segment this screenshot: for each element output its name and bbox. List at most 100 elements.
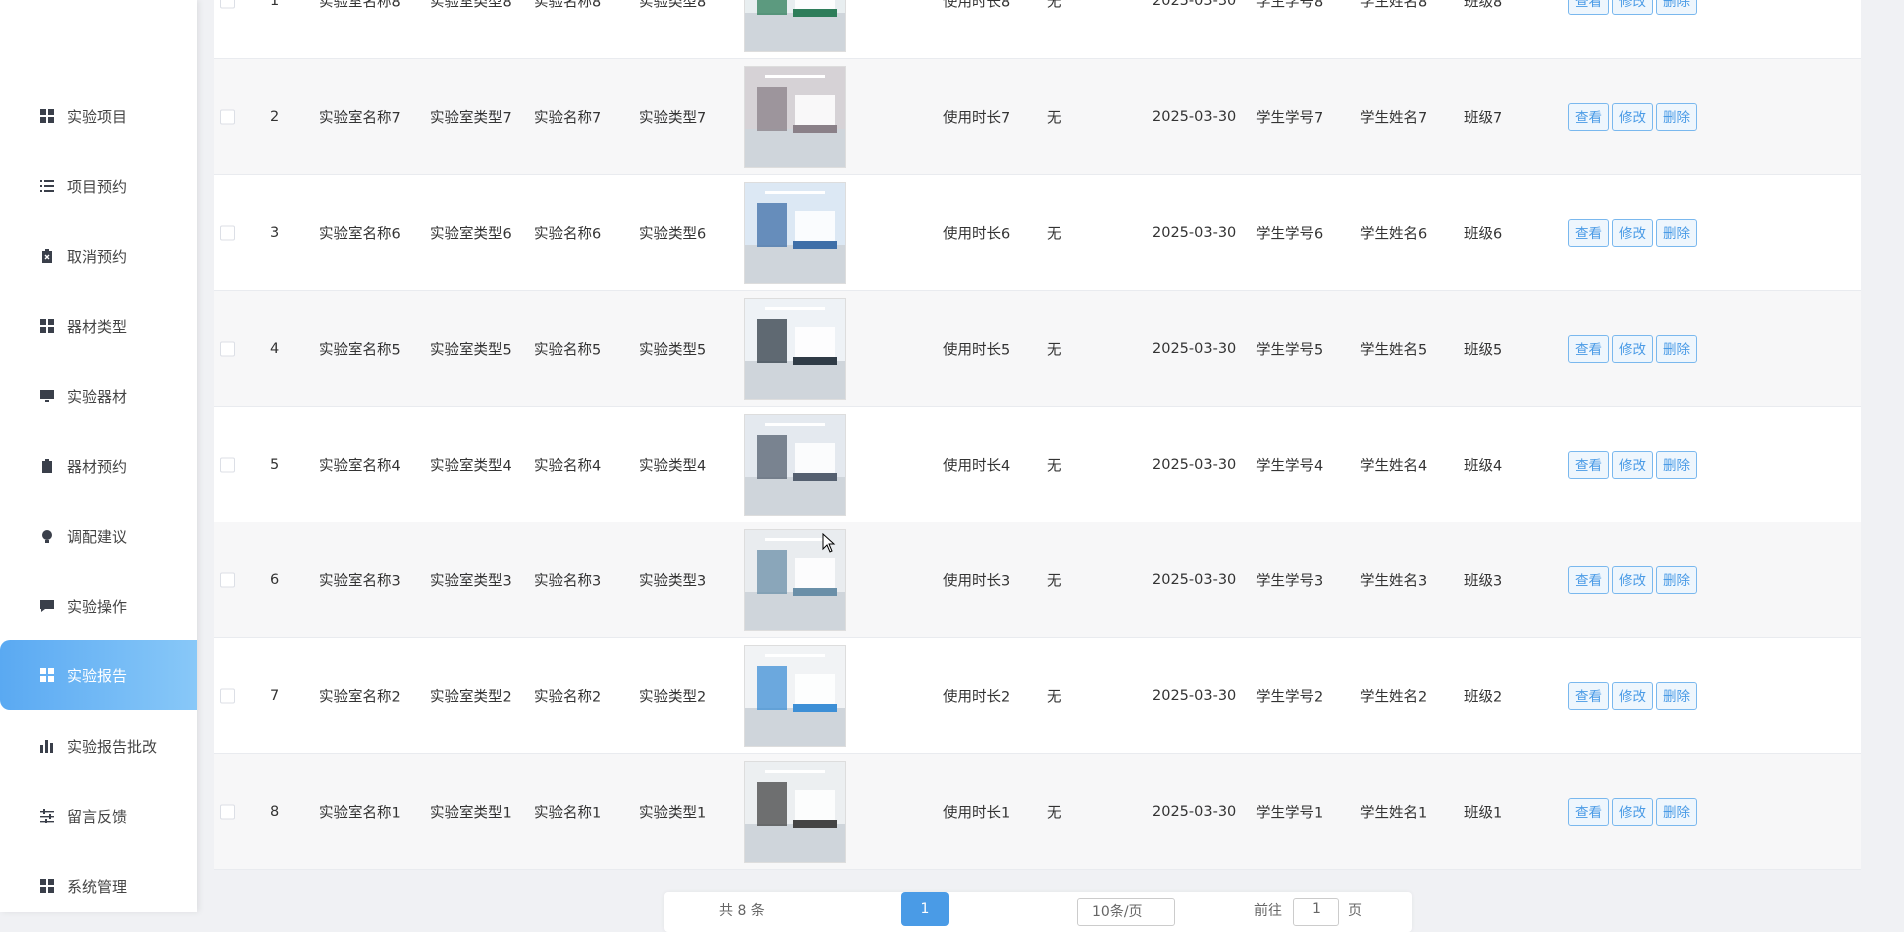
cell-remark: 无 [1047, 226, 1062, 242]
cell-date: 2025-03-30 [1152, 224, 1237, 241]
edit-button[interactable]: 修改 [1612, 334, 1653, 363]
cell-exp-type: 实验类型6 [639, 226, 707, 242]
goto-suffix: 页 [1348, 903, 1362, 919]
sidebar-item-12[interactable]: 系统管理 [0, 851, 197, 921]
monitor-icon [40, 389, 54, 403]
view-button[interactable]: 查看 [1568, 797, 1609, 826]
table-row: 7 实验室名称2 实验室类型2 实验名称2 实验类型2 使用时长2 无 2025-03-30 学… [214, 638, 1861, 754]
row-checkbox[interactable] [220, 109, 235, 124]
cell-index: 4 [270, 340, 280, 357]
view-button[interactable]: 查看 [1568, 565, 1609, 594]
cell-date: 2025-03-30 [1152, 456, 1237, 473]
cell-duration: 使用时长5 [943, 342, 1011, 358]
cell-class: 班级1 [1464, 805, 1503, 821]
view-button[interactable]: 查看 [1568, 450, 1609, 479]
total-count: 共 8 条 [719, 903, 765, 919]
cell-duration: 使用时长6 [943, 226, 1011, 242]
view-button[interactable]: 查看 [1568, 0, 1609, 15]
cell-class: 班级6 [1464, 226, 1503, 242]
view-button[interactable]: 查看 [1568, 218, 1609, 247]
cell-duration: 使用时长1 [943, 805, 1011, 821]
delete-button[interactable]: 删除 [1656, 450, 1697, 479]
view-button[interactable]: 查看 [1568, 334, 1609, 363]
edit-button[interactable]: 修改 [1612, 218, 1653, 247]
sidebar-item-6[interactable]: 器材预约 [0, 431, 197, 501]
sidebar-item-2[interactable]: 项目预约 [0, 151, 197, 221]
cell-index: 1 [270, 0, 280, 9]
edit-button[interactable]: 修改 [1612, 565, 1653, 594]
row-checkbox[interactable] [220, 804, 235, 819]
sidebar-item-5[interactable]: 实验器材 [0, 361, 197, 431]
view-button[interactable]: 查看 [1568, 102, 1609, 131]
edit-button[interactable]: 修改 [1612, 0, 1653, 15]
row-checkbox[interactable] [220, 225, 235, 240]
bulb-icon [40, 529, 54, 543]
edit-button[interactable]: 修改 [1612, 450, 1653, 479]
delete-button[interactable]: 删除 [1656, 334, 1697, 363]
cell-remark: 无 [1047, 110, 1062, 126]
lab-photo [744, 65, 846, 168]
cell-class: 班级2 [1464, 689, 1503, 705]
lab-photo [744, 0, 846, 52]
sidebar-item-4[interactable]: 器材类型 [0, 291, 197, 361]
cell-lab-name: 实验室名称6 [319, 226, 401, 242]
cell-lab-type: 实验室类型2 [430, 689, 512, 705]
cell-student-no: 学生学号1 [1256, 805, 1324, 821]
delete-button[interactable]: 删除 [1656, 218, 1697, 247]
cell-lab-name: 实验室名称4 [319, 458, 401, 474]
page-button-current[interactable]: 1 [901, 892, 949, 926]
cell-remark: 无 [1047, 573, 1062, 589]
cell-student-no: 学生学号2 [1256, 689, 1324, 705]
goto-page-input[interactable]: 1 [1293, 898, 1339, 926]
edit-button[interactable]: 修改 [1612, 797, 1653, 826]
page-size-select[interactable]: 10条/页 [1077, 898, 1175, 926]
delete-button[interactable]: 删除 [1656, 565, 1697, 594]
cell-index: 5 [270, 456, 280, 473]
sidebar-item-3[interactable]: 取消预约 [0, 221, 197, 291]
cell-lab-name: 实验室名称5 [319, 342, 401, 358]
delete-button[interactable]: 删除 [1656, 102, 1697, 131]
edit-button[interactable]: 修改 [1612, 102, 1653, 131]
sidebar-item-1[interactable]: 实验项目 [0, 81, 197, 151]
cell-exp-type: 实验类型1 [639, 805, 707, 821]
row-checkbox[interactable] [220, 0, 235, 8]
sidebar-item-9[interactable]: 实验报告 [0, 640, 197, 710]
edit-button[interactable]: 修改 [1612, 681, 1653, 710]
delete-button[interactable]: 删除 [1656, 681, 1697, 710]
cell-lab-type: 实验室类型5 [430, 342, 512, 358]
pagination: 共 8 条 1 10条/页 前往 1 页 [664, 892, 1412, 932]
cell-exp-name: 实验名称6 [534, 226, 602, 242]
table-row: 8 实验室名称1 实验室类型1 实验名称1 实验类型1 使用时长1 无 2025-03-30 学… [214, 754, 1861, 870]
cell-lab-type: 实验室类型7 [430, 110, 512, 126]
list-icon [40, 179, 54, 193]
sidebar-item-11[interactable]: 留言反馈 [0, 781, 197, 851]
cell-date: 2025-03-30 [1152, 108, 1237, 125]
cell-student-no: 学生学号4 [1256, 458, 1324, 474]
lab-photo [744, 297, 846, 400]
cell-lab-type: 实验室类型3 [430, 573, 512, 589]
sidebar: 实验项目项目预约取消预约器材类型实验器材 器材预约 调配建议 实验操作 实验报告 实验报告… [0, 0, 197, 912]
view-button[interactable]: 查看 [1568, 681, 1609, 710]
sidebar-item-label: 器材类型 [67, 317, 128, 336]
row-checkbox[interactable] [220, 341, 235, 356]
row-checkbox[interactable] [220, 457, 235, 472]
grid-icon [40, 879, 54, 893]
grid-icon [40, 109, 54, 123]
sidebar-item-8[interactable]: 实验操作 [0, 571, 197, 641]
sidebar-item-10[interactable]: 实验报告批改 [0, 711, 197, 781]
delete-button[interactable]: 删除 [1656, 797, 1697, 826]
row-checkbox[interactable] [220, 572, 235, 587]
sidebar-item-7[interactable]: 调配建议 [0, 501, 197, 571]
cell-index: 2 [270, 108, 280, 125]
table-row: 1 实验室名称8 实验室类型8 实验名称8 实验类型8 使用时长8 无 2025-03-30 学… [214, 0, 1861, 59]
row-checkbox[interactable] [220, 688, 235, 703]
table-row: 6 实验室名称3 实验室类型3 实验名称3 实验类型3 使用时长3 无 2025-03-30 学… [214, 522, 1861, 638]
sidebar-item-label: 项目预约 [67, 177, 128, 196]
clipboard-x-icon [40, 249, 54, 263]
cell-lab-name: 实验室名称7 [319, 110, 401, 126]
cell-student-name: 学生姓名3 [1360, 573, 1428, 589]
delete-button[interactable]: 删除 [1656, 0, 1697, 15]
cell-student-name: 学生姓名1 [1360, 805, 1428, 821]
lab-photo [744, 644, 846, 747]
goto-prefix: 前往 [1254, 903, 1282, 919]
